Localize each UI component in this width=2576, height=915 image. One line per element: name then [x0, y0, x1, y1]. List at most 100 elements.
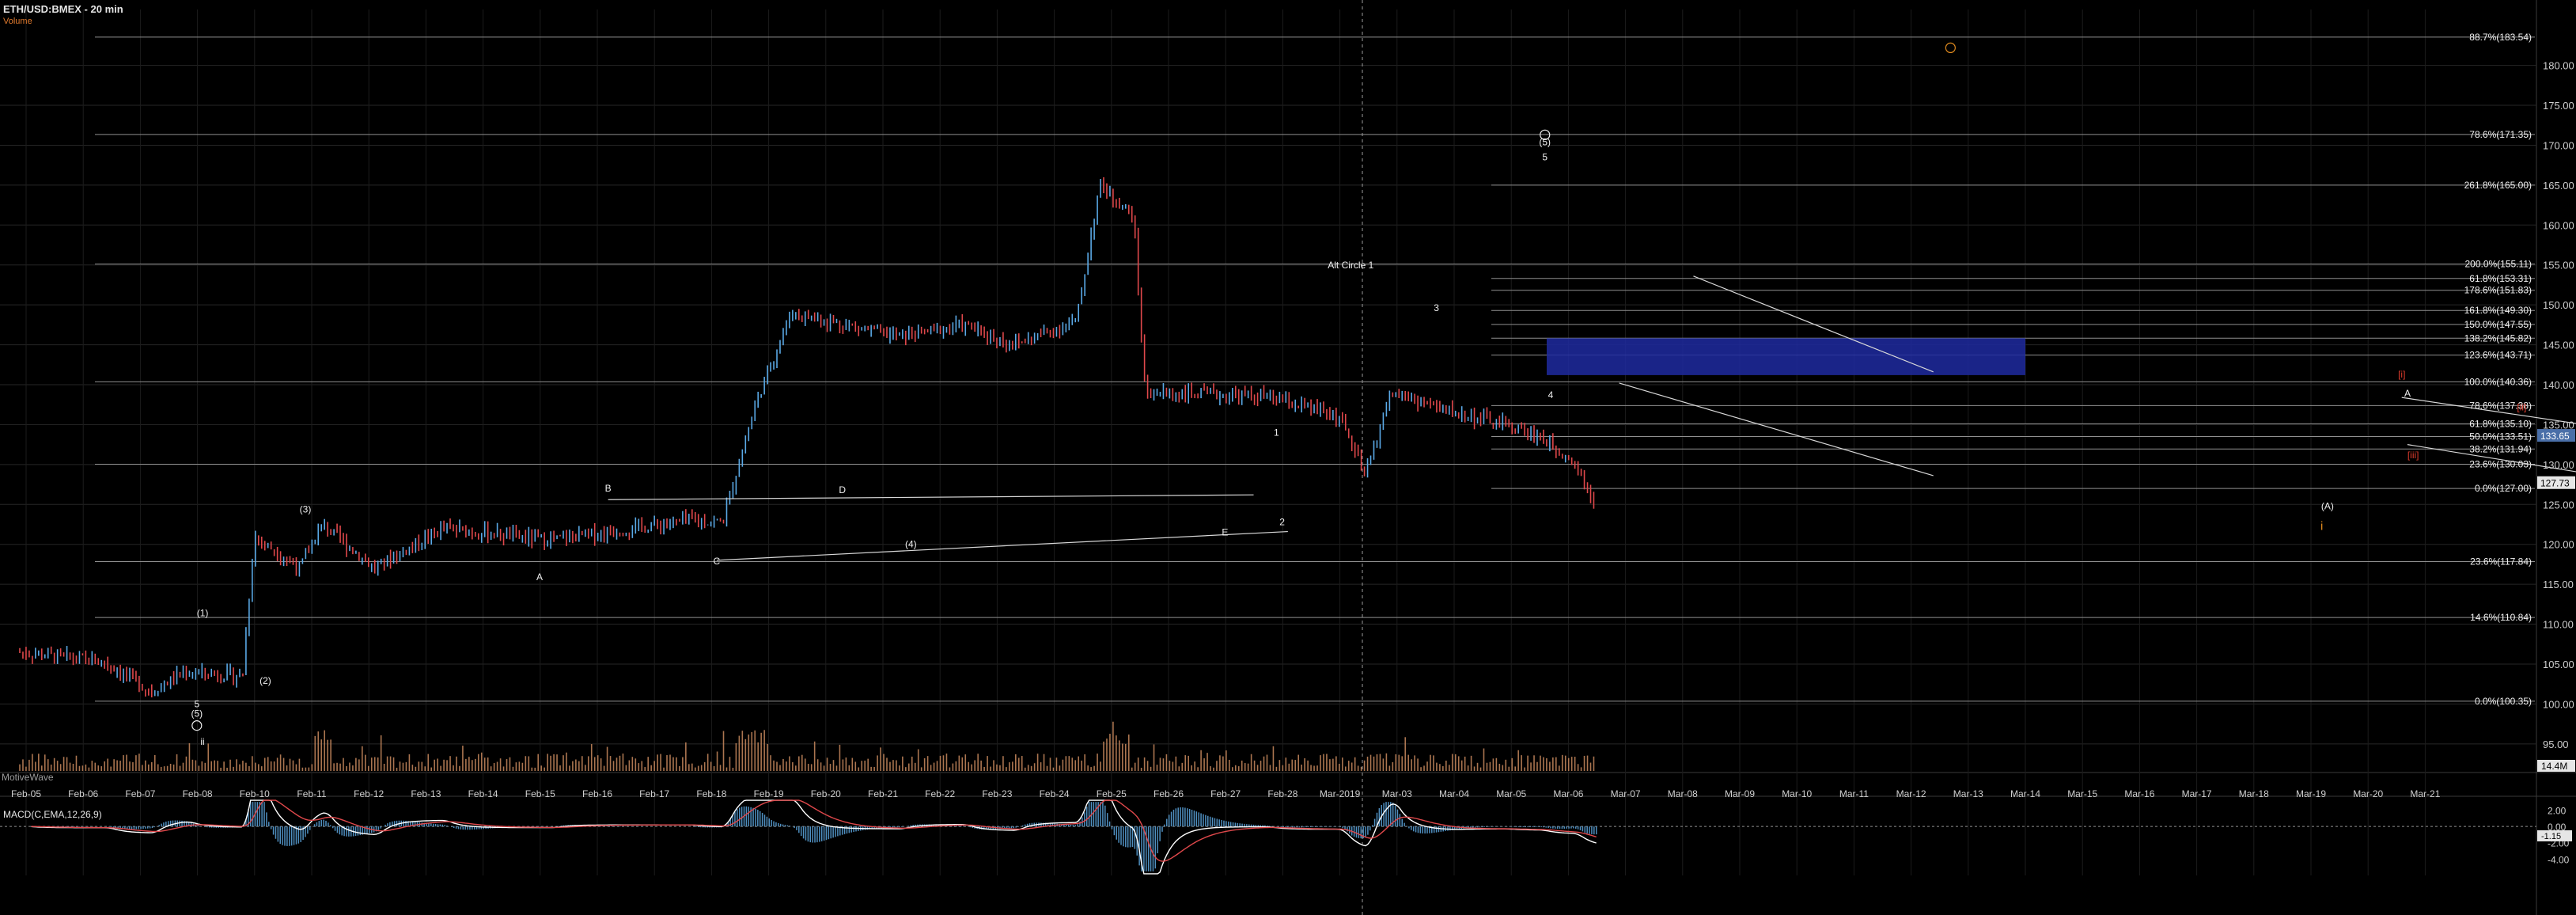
y-tick-label: 165.00	[2543, 180, 2574, 192]
wave-label: 2	[1279, 516, 1285, 527]
x-tick-label: Mar-03	[1382, 788, 1412, 799]
wave-label: 5	[1542, 152, 1547, 163]
x-tick-label: Feb-10	[240, 788, 270, 799]
x-tick-label: Mar-15	[2067, 788, 2097, 799]
x-tick-label: Mar-06	[1553, 788, 1583, 799]
x-tick-label: Mar-16	[2124, 788, 2154, 799]
x-tick-label: Feb-22	[925, 788, 955, 799]
wave-label: 1	[1274, 427, 1279, 439]
fib-level-label: 200.0%(155.11)	[2464, 259, 2532, 270]
x-tick-label: Feb-20	[811, 788, 841, 799]
x-tick-label: Feb-19	[754, 788, 784, 799]
circled-wave-marker	[191, 720, 203, 731]
trend-channel-line	[608, 494, 1254, 500]
x-tick-label: Feb-23	[982, 788, 1012, 799]
chart-header: ETH/USD:BMEX - 20 min Volume	[3, 3, 123, 26]
x-tick-label: Mar-08	[1668, 788, 1698, 799]
y-tick-label: 105.00	[2543, 659, 2574, 670]
wave-label: (5)	[1539, 136, 1551, 147]
macd-value: -1.15	[2541, 832, 2561, 841]
wave-label: (4)	[905, 539, 917, 550]
macd-tick-label: -4.00	[2548, 854, 2570, 865]
fib-level-label: 38.2%(131.94)	[2469, 443, 2532, 454]
x-tick-label: Mar-05	[1496, 788, 1526, 799]
y-tick-label: 120.00	[2543, 539, 2574, 551]
x-tick-label: Mar-12	[1896, 788, 1926, 799]
wave-label: (1)	[197, 607, 209, 618]
fib-level-label: 78.6%(171.35)	[2469, 129, 2532, 140]
wave-label: (5)	[191, 708, 203, 719]
y-tick-label: 145.00	[2543, 340, 2574, 351]
x-tick-label: Feb-24	[1040, 788, 1070, 799]
wave-label: E	[1222, 527, 1228, 538]
wave-label-red: [i]	[2398, 369, 2405, 380]
fib-level-label: 88.7%(183.54)	[2469, 32, 2532, 43]
wave-label: D	[839, 484, 846, 495]
current-price-value: 127.73	[2540, 478, 2570, 489]
trend-channel-line	[716, 530, 1288, 561]
y-tick-label: 175.00	[2543, 100, 2574, 112]
x-tick-label: Feb-06	[68, 788, 98, 799]
x-tick-label: Feb-18	[696, 788, 726, 799]
volume-indicator-label: Volume	[3, 17, 32, 26]
x-tick-label: Feb-28	[1267, 788, 1297, 799]
wave-label: ii	[200, 736, 204, 747]
x-tick-label: Feb-13	[411, 788, 441, 799]
fib-level-label: 261.8%(165.00)	[2464, 180, 2532, 191]
wave-label-red: [ii]	[2517, 401, 2526, 412]
trend-channel-line	[1619, 382, 1934, 476]
x-tick-label: Feb-07	[125, 788, 155, 799]
x-tick-label: Mar-2019	[1320, 788, 1361, 799]
fib-level-label: 14.6%(110.84)	[2470, 612, 2532, 623]
wave-label: B	[605, 483, 612, 494]
y-tick-label: 95.00	[2543, 738, 2569, 750]
wave-label-red: [iii]	[2407, 450, 2419, 461]
macd-tick-label: 2.00	[2548, 805, 2567, 816]
y-tick-label: 100.00	[2543, 698, 2574, 710]
macd-indicator-label: MACD(C,EMA,12,26,9)	[3, 809, 102, 820]
x-tick-label: Feb-14	[468, 788, 498, 799]
fib-level-label: 138.2%(145.82)	[2464, 332, 2532, 344]
wave-label: 3	[1434, 302, 1439, 313]
fib-level-label: 61.8%(135.10)	[2469, 418, 2532, 429]
chart-canvas: 180.00175.00170.00165.00160.00155.00150.…	[0, 0, 2576, 915]
y-tick-label: 110.00	[2543, 619, 2574, 631]
x-tick-label: Mar-17	[2182, 788, 2212, 799]
x-tick-label: Feb-17	[639, 788, 669, 799]
x-tick-label: Mar-21	[2410, 788, 2440, 799]
x-tick-label: Mar-09	[1725, 788, 1755, 799]
x-tick-label: Feb-16	[582, 788, 612, 799]
x-tick-label: Mar-14	[2010, 788, 2040, 799]
fib-level-label: 23.6%(117.84)	[2470, 556, 2532, 567]
wave-label: (2)	[259, 675, 271, 686]
x-tick-label: Mar-18	[2239, 788, 2269, 799]
wave-label: C	[714, 556, 721, 567]
x-tick-label: Mar-20	[2353, 788, 2383, 799]
x-tick-label: Mar-19	[2296, 788, 2326, 799]
wave-label: 4	[1548, 389, 1554, 401]
volume-value: 14.4M	[2541, 761, 2567, 772]
x-tick-label: Feb-27	[1210, 788, 1241, 799]
y-tick-label: 125.00	[2543, 499, 2574, 511]
fib-level-label: 123.6%(143.71)	[2464, 350, 2532, 361]
x-tick-label: Feb-25	[1097, 788, 1127, 799]
fib-level-label: 150.0%(147.55)	[2464, 319, 2532, 330]
x-tick-label: Feb-26	[1154, 788, 1184, 799]
fib-level-label: 50.0%(133.51)	[2469, 431, 2532, 442]
x-tick-label: Mar-10	[1782, 788, 1812, 799]
y-tick-label: 150.00	[2543, 299, 2574, 311]
x-tick-label: Mar-07	[1611, 788, 1641, 799]
chart-title: ETH/USD:BMEX - 20 min	[3, 3, 123, 15]
watermark: MotiveWave	[2, 772, 54, 783]
y-tick-label: 160.00	[2543, 219, 2574, 231]
wave-label: Alt Circle 1	[1328, 260, 1373, 271]
x-tick-label: Feb-08	[183, 788, 213, 799]
y-tick-label: 155.00	[2543, 260, 2574, 271]
fib-level-label: 23.6%(130.03)	[2469, 459, 2532, 470]
y-tick-label: 115.00	[2543, 579, 2574, 590]
x-tick-label: Feb-15	[525, 788, 555, 799]
target-zone	[1547, 338, 2025, 375]
fib-level-label: 0.0%(127.00)	[2475, 483, 2532, 494]
fib-level-label: 0.0%(100.35)	[2475, 696, 2532, 707]
wave-label-orange: i	[2320, 520, 2323, 533]
